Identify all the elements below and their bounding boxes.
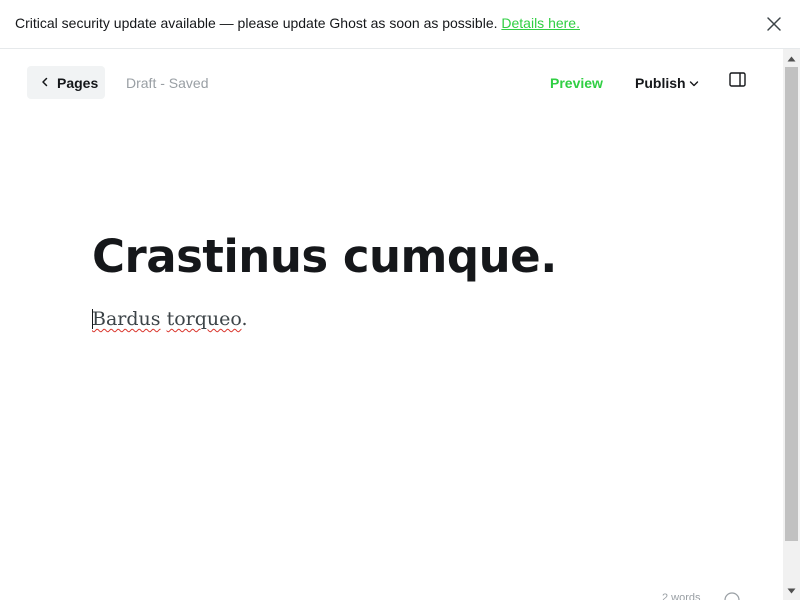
back-button-label: Pages [57,75,99,91]
misspelled-word: Bardus [92,308,161,330]
chevron-left-icon [42,77,48,87]
banner-message: Critical security update available — ple… [15,15,580,31]
body-punctuation: . [241,308,248,330]
scroll-up-arrow-icon[interactable] [787,56,796,62]
back-to-pages-button[interactable]: Pages [27,66,105,99]
security-update-banner: Critical security update available — ple… [0,0,800,49]
sidebar-toggle-icon[interactable] [729,72,746,87]
close-icon[interactable] [766,16,782,32]
post-body-editor[interactable]: Bardus torqueo. [92,307,248,331]
chevron-down-icon [689,81,698,87]
post-status: Draft - Saved [126,75,209,91]
post-title-input[interactable]: Crastinus cumque. [92,228,557,286]
scroll-down-arrow-icon[interactable] [787,588,796,594]
misspelled-word: torqueo [166,308,242,330]
publish-button[interactable]: Publish [635,75,699,91]
publish-button-label: Publish [635,75,686,91]
help-icon[interactable] [724,592,740,600]
banner-message-text: Critical security update available — ple… [15,15,498,31]
scrollbar-thumb[interactable] [785,67,798,541]
banner-details-link[interactable]: Details here. [501,15,580,31]
word-count: 2 words [662,592,701,600]
text-caret [92,309,93,329]
preview-button[interactable]: Preview [550,75,603,91]
ghost-editor: Critical security update available — ple… [0,0,800,600]
